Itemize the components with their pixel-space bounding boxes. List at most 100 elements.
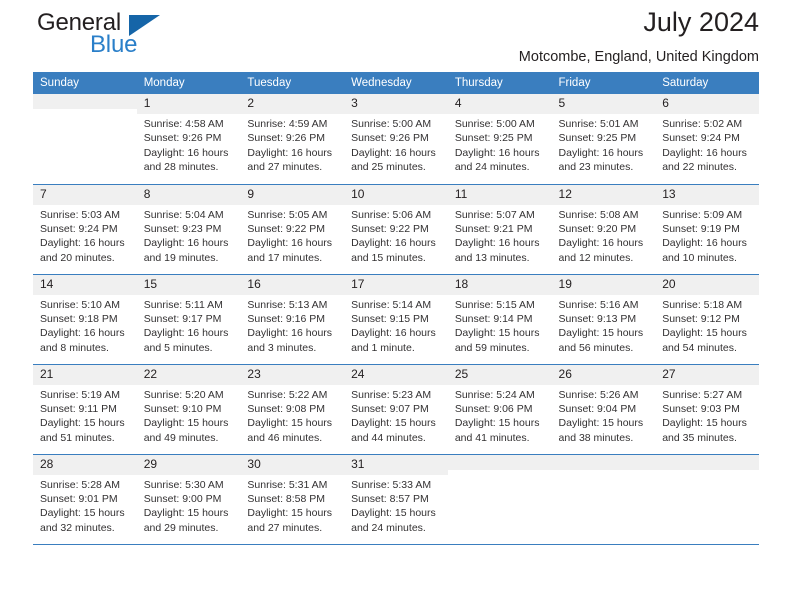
day-number: 28 <box>33 454 137 475</box>
calendar-week-row: 14 Sunrise: 5:10 AM Sunset: 9:18 PM Dayligh… <box>33 274 759 365</box>
calendar-cell: 21 Sunrise: 5:19 AM Sunset: 9:11 PM Dayligh… <box>33 364 137 455</box>
sunrise-text: Sunrise: 5:16 AM <box>558 298 639 311</box>
day-cell[interactable]: 23 Sunrise: 5:22 AM Sunset: 9:08 PM Dayligh… <box>240 364 345 454</box>
day-cell[interactable]: 31 Sunrise: 5:33 AM Sunset: 8:57 PM Dayligh… <box>344 454 448 544</box>
day-cell[interactable]: 12 Sunrise: 5:08 AM Sunset: 9:20 PM Dayligh… <box>551 184 656 274</box>
daylight-text: Daylight: 15 hours and 44 minutes. <box>351 417 436 444</box>
sunset-text: Sunset: 8:57 PM <box>351 492 429 505</box>
day-number: 11 <box>447 184 552 205</box>
daylight-text: Daylight: 15 hours and 49 minutes. <box>143 417 229 444</box>
day-number: 15 <box>136 274 241 295</box>
day-cell[interactable]: 30 Sunrise: 5:31 AM Sunset: 8:58 PM Dayligh… <box>240 454 345 544</box>
day-cell[interactable]: 15 Sunrise: 5:11 AM Sunset: 9:17 PM Dayligh… <box>136 274 241 364</box>
sunrise-text: Sunrise: 5:30 AM <box>143 478 224 491</box>
day-cell[interactable]: 7 Sunrise: 5:03 AM Sunset: 9:24 PM Daylight… <box>33 184 137 274</box>
calendar-cell <box>655 454 759 545</box>
sunrise-text: Sunrise: 5:23 AM <box>351 388 432 401</box>
day-number: 9 <box>240 184 345 205</box>
brand-logo[interactable]: General Blue <box>33 9 233 64</box>
daylight-text: Daylight: 15 hours and 51 minutes. <box>40 417 125 444</box>
sunset-text: Sunset: 9:17 PM <box>143 312 222 325</box>
calendar-cell: 28 Sunrise: 5:28 AM Sunset: 9:01 PM Dayligh… <box>33 454 137 545</box>
day-details: Sunrise: 5:33 AM Sunset: 8:57 PM Daylight:… <box>344 475 448 536</box>
calendar-cell: 16 Sunrise: 5:13 AM Sunset: 9:16 PM Dayligh… <box>240 274 345 365</box>
day-cell[interactable]: 10 Sunrise: 5:06 AM Sunset: 9:22 PM Dayligh… <box>344 184 448 274</box>
day-details: Sunrise: 4:59 AM Sunset: 9:26 PM Daylight:… <box>240 114 344 175</box>
daylight-text: Daylight: 16 hours and 19 minutes. <box>143 237 229 264</box>
day-cell[interactable]: 3 Sunrise: 5:00 AM Sunset: 9:26 PM Daylight… <box>344 94 448 184</box>
daylight-text: Daylight: 16 hours and 23 minutes. <box>558 146 644 174</box>
day-cell[interactable]: 28 Sunrise: 5:28 AM Sunset: 9:01 PM Dayligh… <box>33 454 137 544</box>
day-cell[interactable]: 24 Sunrise: 5:23 AM Sunset: 9:07 PM Dayligh… <box>344 364 448 454</box>
day-cell[interactable]: 22 Sunrise: 5:20 AM Sunset: 9:10 PM Dayligh… <box>136 364 241 454</box>
day-cell[interactable]: 4 Sunrise: 5:00 AM Sunset: 9:25 PM Daylight… <box>447 94 552 184</box>
sunset-text: Sunset: 9:12 PM <box>662 312 740 325</box>
day-number: 8 <box>136 184 241 205</box>
day-number: 1 <box>136 94 241 114</box>
day-number: 7 <box>33 184 137 205</box>
calendar-cell: 22 Sunrise: 5:20 AM Sunset: 9:10 PM Dayligh… <box>136 364 241 455</box>
day-cell[interactable]: 8 Sunrise: 5:04 AM Sunset: 9:23 PM Daylight… <box>136 184 241 274</box>
day-cell[interactable]: 13 Sunrise: 5:09 AM Sunset: 9:19 PM Dayligh… <box>655 184 759 274</box>
daylight-text: Daylight: 15 hours and 38 minutes. <box>558 417 644 444</box>
sunrise-text: Sunrise: 5:31 AM <box>247 478 328 491</box>
calendar-cell: 18 Sunrise: 5:15 AM Sunset: 9:14 PM Dayligh… <box>447 274 552 365</box>
day-cell[interactable]: 17 Sunrise: 5:14 AM Sunset: 9:15 PM Dayligh… <box>344 274 448 364</box>
day-cell[interactable]: 29 Sunrise: 5:30 AM Sunset: 9:00 PM Dayligh… <box>136 454 241 544</box>
calendar-cell: 2 Sunrise: 4:59 AM Sunset: 9:26 PM Daylight… <box>240 94 345 185</box>
day-details: Sunrise: 5:10 AM Sunset: 9:18 PM Daylight:… <box>33 295 137 356</box>
day-details: Sunrise: 4:58 AM Sunset: 9:26 PM Daylight:… <box>137 114 241 175</box>
day-cell[interactable]: 27 Sunrise: 5:27 AM Sunset: 9:03 PM Dayligh… <box>655 364 759 454</box>
calendar-cell <box>447 454 552 545</box>
daylight-text: Daylight: 15 hours and 41 minutes. <box>454 417 540 444</box>
calendar-cell: 11 Sunrise: 5:07 AM Sunset: 9:21 PM Dayligh… <box>447 184 552 275</box>
day-cell[interactable]: 26 Sunrise: 5:26 AM Sunset: 9:04 PM Dayligh… <box>551 364 656 454</box>
title-block: July 2024 Motcombe, England, United King… <box>519 0 759 67</box>
day-cell[interactable]: 5 Sunrise: 5:01 AM Sunset: 9:25 PM Daylight… <box>551 94 656 184</box>
day-number: 23 <box>240 364 345 385</box>
daylight-text: Daylight: 15 hours and 35 minutes. <box>662 417 747 444</box>
day-cell[interactable]: 9 Sunrise: 5:05 AM Sunset: 9:22 PM Daylight… <box>240 184 345 274</box>
sunrise-text: Sunrise: 5:14 AM <box>351 298 432 311</box>
day-details: Sunrise: 5:03 AM Sunset: 9:24 PM Daylight:… <box>33 205 137 266</box>
day-cell[interactable]: 2 Sunrise: 4:59 AM Sunset: 9:26 PM Daylight… <box>240 94 345 184</box>
calendar-cell: 30 Sunrise: 5:31 AM Sunset: 8:58 PM Dayligh… <box>240 454 345 545</box>
calendar-cell: 29 Sunrise: 5:30 AM Sunset: 9:00 PM Dayligh… <box>136 454 241 545</box>
day-number: 24 <box>344 364 448 385</box>
weekday-header-thursday: Thursday <box>447 72 552 94</box>
day-cell[interactable]: 11 Sunrise: 5:07 AM Sunset: 9:21 PM Dayligh… <box>447 184 552 274</box>
sunset-text: Sunset: 9:18 PM <box>40 312 118 325</box>
day-cell[interactable]: 18 Sunrise: 5:15 AM Sunset: 9:14 PM Dayligh… <box>447 274 552 364</box>
day-cell[interactable]: 6 Sunrise: 5:02 AM Sunset: 9:24 PM Daylight… <box>655 94 759 184</box>
day-cell[interactable]: 1 Sunrise: 4:58 AM Sunset: 9:26 PM Daylight… <box>136 94 241 184</box>
day-cell[interactable]: 19 Sunrise: 5:16 AM Sunset: 9:13 PM Dayligh… <box>551 274 656 364</box>
day-details: Sunrise: 5:00 AM Sunset: 9:25 PM Daylight:… <box>448 114 552 175</box>
daylight-text: Daylight: 16 hours and 24 minutes. <box>454 146 540 174</box>
sunrise-text: Sunrise: 5:10 AM <box>40 298 120 311</box>
day-cell[interactable]: 20 Sunrise: 5:18 AM Sunset: 9:12 PM Dayligh… <box>655 274 759 364</box>
day-cell[interactable]: 16 Sunrise: 5:13 AM Sunset: 9:16 PM Dayligh… <box>240 274 345 364</box>
daylight-text: Daylight: 16 hours and 1 minute. <box>351 327 436 354</box>
calendar-cell: 8 Sunrise: 5:04 AM Sunset: 9:23 PM Daylight… <box>136 184 241 275</box>
sunrise-text: Sunrise: 5:01 AM <box>558 118 639 130</box>
day-number: 16 <box>240 274 345 295</box>
sunset-text: Sunset: 9:13 PM <box>558 312 637 325</box>
day-number: 27 <box>655 364 759 385</box>
day-details: Sunrise: 5:23 AM Sunset: 9:07 PM Daylight:… <box>344 385 448 446</box>
sunset-text: Sunset: 9:10 PM <box>143 402 222 415</box>
calendar-cell: 15 Sunrise: 5:11 AM Sunset: 9:17 PM Dayligh… <box>136 274 241 365</box>
sunset-text: Sunset: 9:04 PM <box>558 402 637 415</box>
sunset-text: Sunset: 9:22 PM <box>351 222 429 235</box>
day-number: 19 <box>551 274 656 295</box>
sunrise-text: Sunrise: 5:05 AM <box>247 208 328 221</box>
sunrise-text: Sunrise: 5:18 AM <box>662 298 743 311</box>
sunrise-text: Sunrise: 5:22 AM <box>247 388 328 401</box>
day-cell[interactable]: 21 Sunrise: 5:19 AM Sunset: 9:11 PM Dayligh… <box>33 364 137 454</box>
sunset-text: Sunset: 9:26 PM <box>351 132 429 145</box>
sunset-text: Sunset: 9:06 PM <box>454 402 533 415</box>
day-cell-empty <box>447 454 552 544</box>
day-cell[interactable]: 14 Sunrise: 5:10 AM Sunset: 9:18 PM Dayligh… <box>33 274 137 364</box>
day-cell[interactable]: 25 Sunrise: 5:24 AM Sunset: 9:06 PM Dayligh… <box>447 364 552 454</box>
sunrise-text: Sunrise: 5:13 AM <box>247 298 328 311</box>
day-number <box>551 454 656 470</box>
